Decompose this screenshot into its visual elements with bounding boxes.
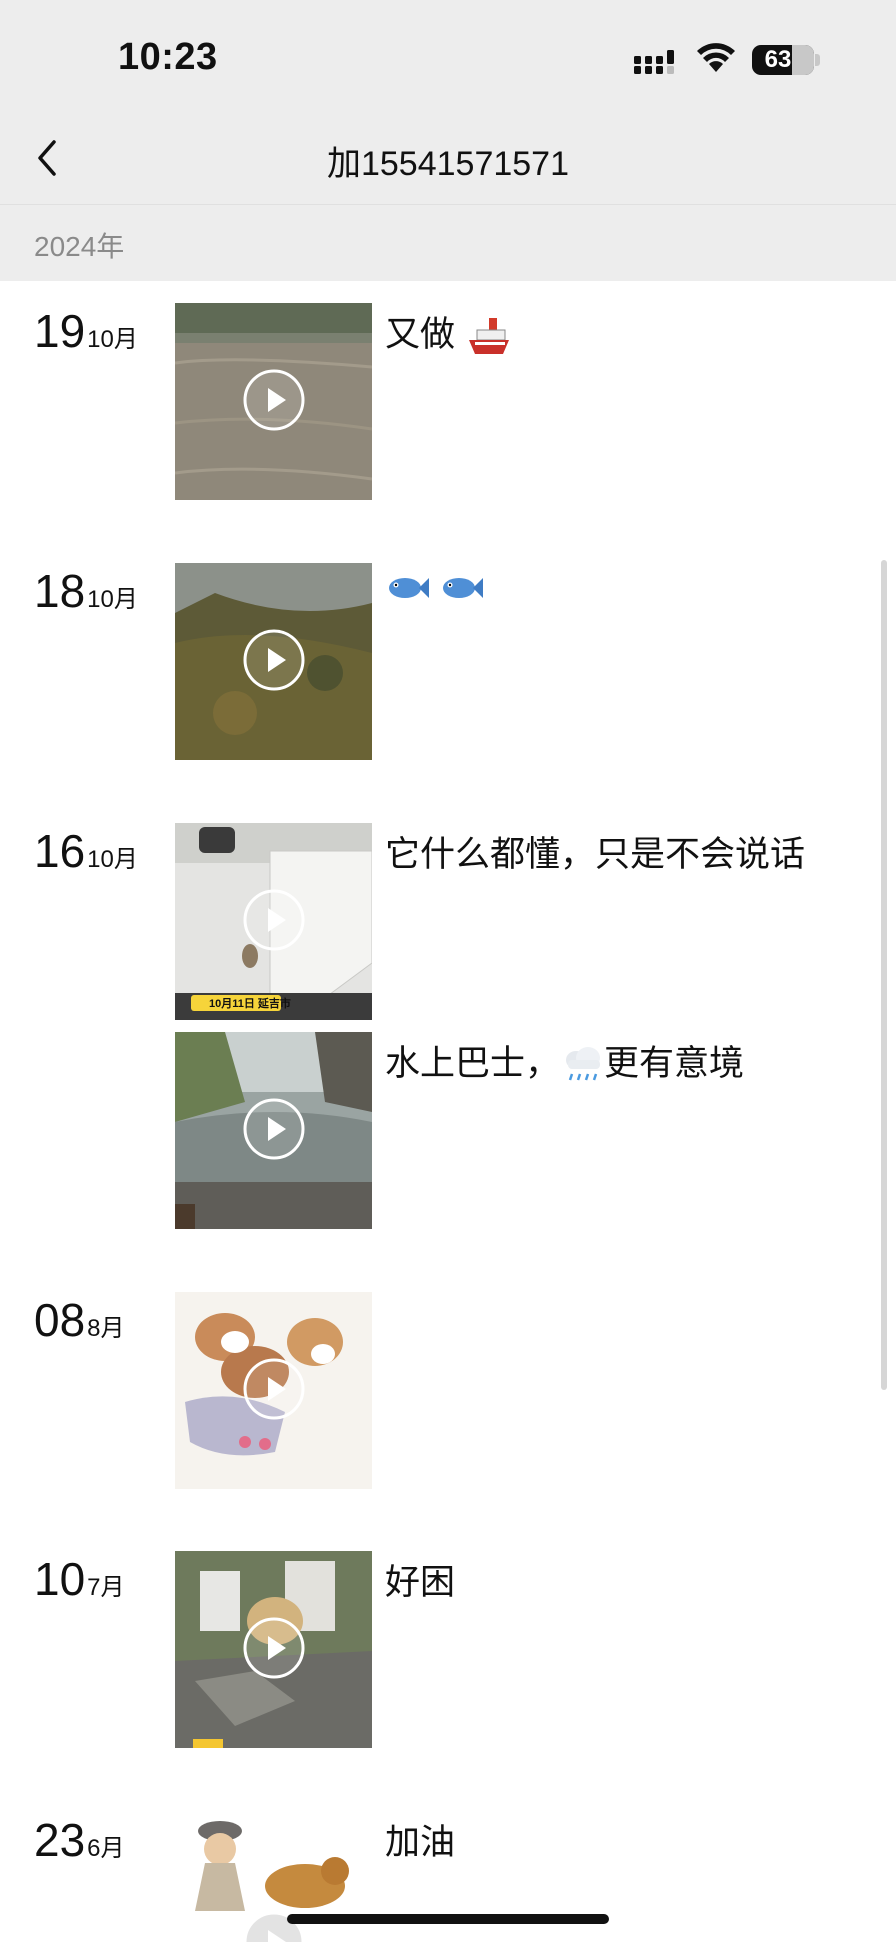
video-thumbnail[interactable] — [175, 1032, 372, 1229]
video-thumbnail[interactable] — [175, 563, 372, 760]
status-time: 10:23 — [118, 36, 218, 78]
post-caption: 又做 — [385, 306, 511, 358]
caption-text: 水上巴士， — [385, 1044, 561, 1083]
post-month: 7月 — [87, 1574, 125, 1601]
post-date: 1910月 — [34, 308, 138, 354]
post-month: 10月 — [87, 326, 138, 353]
fish-emoji-icon — [442, 577, 483, 598]
video-thumbnail[interactable] — [175, 1551, 372, 1748]
post-day: 08 — [34, 1294, 86, 1346]
play-icon[interactable] — [243, 889, 305, 951]
play-icon[interactable] — [243, 1098, 305, 1160]
post-day: 19 — [34, 305, 86, 357]
post-day: 23 — [34, 1814, 86, 1866]
fish-emoji-icon — [389, 577, 429, 598]
post-caption — [385, 566, 483, 606]
status-bar: 10:23 63 — [0, 0, 896, 110]
play-icon[interactable] — [243, 369, 305, 431]
ship-emoji-icon — [468, 317, 509, 354]
cellular-signal-icon — [634, 50, 674, 74]
video-thumbnail[interactable]: 10月11日 延吉市 — [175, 823, 372, 1020]
battery-tip — [815, 54, 820, 66]
post-date: 236月 — [34, 1817, 125, 1863]
post-month: 8月 — [87, 1315, 125, 1342]
caption-text: 又做 — [385, 315, 456, 354]
post-date: 1810月 — [34, 568, 138, 614]
post-month: 6月 — [87, 1835, 125, 1862]
battery-level: 63 — [764, 46, 792, 73]
year-header: 2024年 — [0, 205, 896, 281]
caption-text: 更有意境 — [604, 1044, 745, 1083]
play-icon[interactable] — [243, 1617, 305, 1679]
post-date: 1610月 — [34, 828, 138, 874]
play-icon[interactable] — [243, 629, 305, 691]
home-indicator[interactable] — [287, 1914, 609, 1924]
battery-icon: 63 — [752, 45, 814, 75]
video-thumbnail[interactable] — [175, 1292, 372, 1489]
post-month: 10月 — [87, 846, 138, 873]
page-title: 加15541571571 — [326, 145, 569, 183]
nav-bar: 加15541571571 — [0, 110, 896, 205]
post-caption: 水上巴士， 更有意境 — [385, 1035, 744, 1086]
play-icon[interactable] — [243, 1358, 305, 1420]
rain-cloud-emoji-icon — [566, 1046, 601, 1081]
post-caption: 好困 — [385, 1563, 456, 1602]
scrollbar[interactable] — [881, 560, 887, 1390]
post-date: 088月 — [34, 1297, 125, 1343]
post-day: 10 — [34, 1553, 86, 1605]
post-caption: 它什么都懂，只是不会说话 — [385, 835, 806, 874]
post-caption: 加油 — [385, 1823, 456, 1862]
wifi-icon — [697, 43, 735, 72]
post-date: 107月 — [34, 1556, 125, 1602]
video-thumbnail[interactable] — [175, 303, 372, 500]
post-day: 16 — [34, 825, 86, 877]
post-day: 18 — [34, 565, 86, 617]
video-overlay-text: 10月11日 延吉市 — [209, 998, 291, 1010]
year-label: 2024年 — [34, 231, 125, 262]
post-month: 10月 — [87, 586, 138, 613]
